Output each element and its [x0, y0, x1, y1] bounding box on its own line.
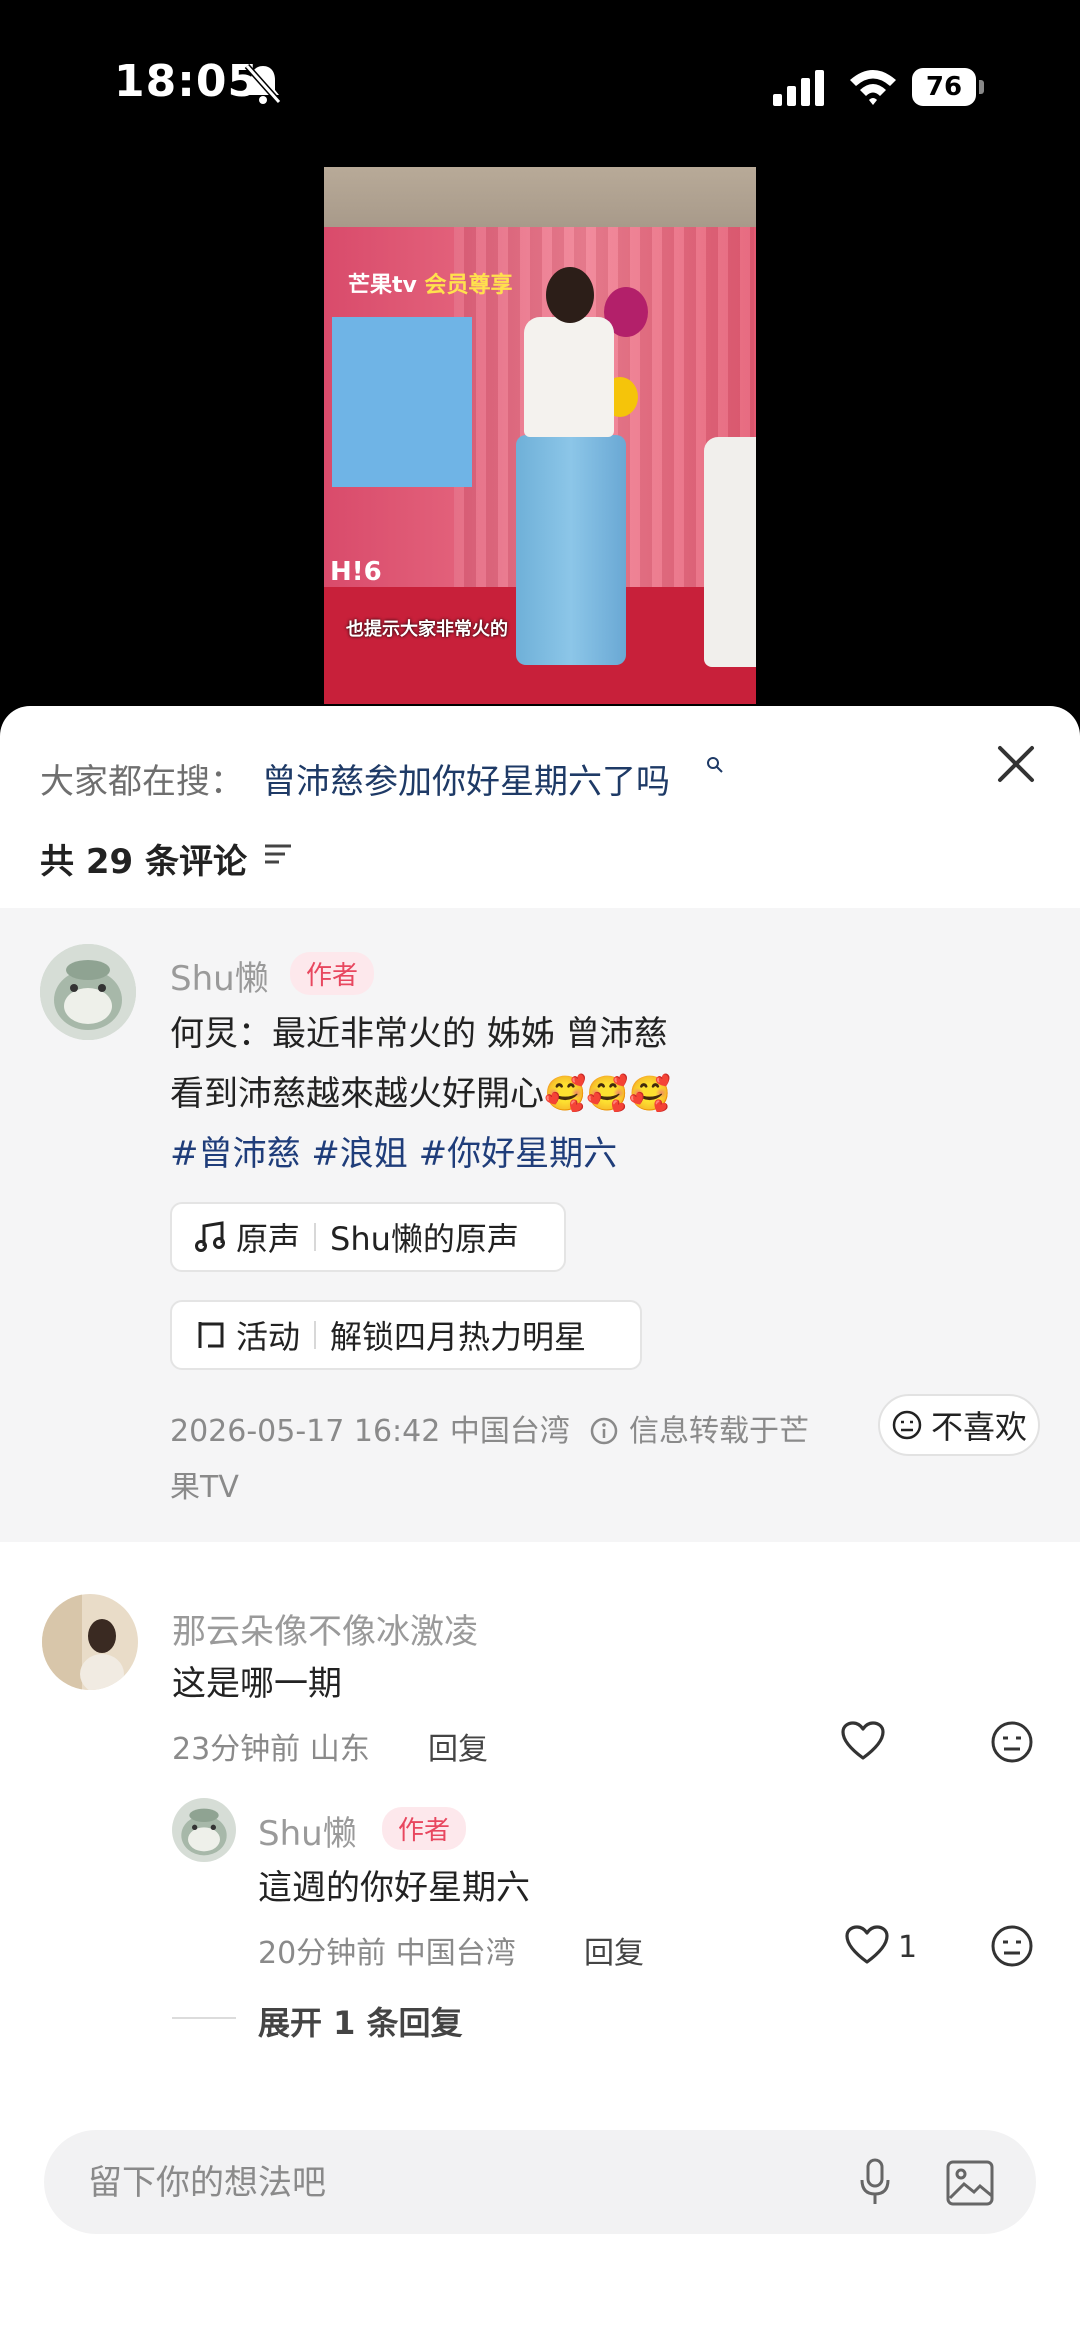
sort-icon[interactable]: [262, 838, 294, 870]
comment-count: 共 29 条评论: [40, 842, 247, 882]
search-suggestion-link[interactable]: 曾沛慈参加你好星期六了吗: [262, 754, 670, 803]
heart-icon[interactable]: [844, 1924, 890, 1966]
battery-icon: 76: [912, 68, 984, 106]
comment-text: 这是哪一期: [172, 1664, 342, 1704]
reply-button[interactable]: 回复: [584, 1928, 644, 1972]
image-icon[interactable]: [946, 2160, 994, 2206]
divider: [172, 2017, 236, 2019]
battery-level: 76: [912, 68, 976, 106]
source-note: 信息转载于芒: [628, 1414, 809, 1449]
info-icon: [591, 1417, 618, 1445]
post-hashtags: #曾沛慈 #浪姐 #你好星期六: [170, 1124, 617, 1184]
dislike-label: 不喜欢: [930, 1408, 1027, 1446]
avatar[interactable]: [42, 1594, 138, 1690]
reply-meta: 20分钟前 中国台湾: [258, 1936, 516, 1971]
video-stage-text: H!6: [330, 557, 382, 587]
sound-chip-value: Shu懒的原声: [330, 1220, 519, 1258]
comment-input-bar: [44, 2130, 1036, 2236]
music-note-icon: [195, 1221, 225, 1252]
video-channel-logo: 芒果tv 会员尊享: [348, 273, 513, 298]
dislike-button[interactable]: 不喜欢: [878, 1394, 1040, 1456]
avatar[interactable]: [172, 1798, 236, 1862]
comment-input[interactable]: [86, 2130, 850, 2236]
neutral-face-icon: [892, 1410, 922, 1440]
heart-icon[interactable]: [840, 1720, 886, 1762]
signal-icon: [773, 70, 824, 106]
hashtag-link[interactable]: #浪姐: [311, 1134, 408, 1174]
close-icon[interactable]: [996, 744, 1036, 784]
post-timestamp-location: 2026-05-17 16:42 中国台湾: [170, 1414, 570, 1449]
bell-slash-icon: [244, 64, 282, 104]
post-line-1: 何炅：最近非常火的 姊姊 曾沛慈: [170, 1014, 668, 1054]
post-line-2: 看到沛慈越來越火好開心🥰🥰🥰: [170, 1074, 672, 1114]
sound-chip[interactable]: 原声 Shu懒的原声: [170, 1202, 566, 1272]
video-player[interactable]: 芒果tv 会员尊享 H!6 也提示大家非常火的: [324, 167, 756, 704]
search-suggestion-prefix: 大家都在搜：: [40, 762, 244, 802]
activity-chip[interactable]: 活动 解锁四月热力明星: [170, 1300, 642, 1370]
neutral-face-icon[interactable]: [990, 1924, 1034, 1968]
search-icon: [707, 757, 723, 773]
comment-username[interactable]: 那云朵像不像冰激凌: [172, 1604, 478, 1653]
neutral-face-icon[interactable]: [990, 1720, 1034, 1764]
source-note-cont: 果TV: [170, 1470, 239, 1505]
activity-icon: [198, 1322, 224, 1348]
activity-chip-value: 解锁四月热力明星: [330, 1318, 587, 1356]
avatar[interactable]: [40, 944, 136, 1040]
wifi-icon: [850, 70, 896, 105]
author-badge: 作者: [382, 1807, 467, 1850]
hashtag-link[interactable]: #曾沛慈: [170, 1134, 301, 1174]
reply-text: 這週的你好星期六: [258, 1868, 530, 1908]
post-meta: 2026-05-17 16:42 中国台湾 信息转载于芒: [170, 1406, 809, 1450]
sound-chip-label: 原声: [236, 1220, 301, 1258]
emoji: 🥰🥰🥰: [544, 1074, 672, 1114]
author-badge: 作者: [290, 952, 375, 995]
reply-button[interactable]: 回复: [428, 1724, 488, 1768]
hashtag-link[interactable]: #你好星期六: [419, 1134, 618, 1174]
reply-username[interactable]: Shu懒: [258, 1806, 357, 1855]
comment-meta: 23分钟前 山东: [172, 1732, 370, 1767]
expand-replies-button[interactable]: 展开 1 条回复: [258, 1998, 463, 2044]
activity-chip-label: 活动: [236, 1318, 301, 1356]
microphone-icon[interactable]: [858, 2158, 892, 2208]
status-time: 18:05: [114, 56, 260, 107]
video-subtitle: 也提示大家非常火的: [346, 619, 508, 640]
like-count: 1: [898, 1930, 918, 1965]
author-username[interactable]: Shu懒: [170, 951, 269, 1000]
